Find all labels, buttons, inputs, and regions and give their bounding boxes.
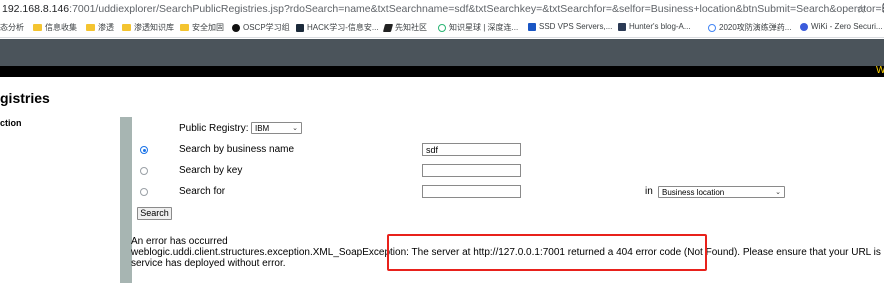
bookmark-label: SSD VPS Servers,...	[539, 22, 613, 31]
bookmark-label: 安全加固	[192, 23, 224, 32]
location-select-value: Business location	[662, 187, 725, 197]
bookmark-item[interactable]: 知识星球 | 深度连...	[438, 22, 518, 33]
bookmark-item[interactable]: 渗透知识库	[122, 22, 174, 33]
search-by-name-radio[interactable]	[140, 146, 148, 154]
folder-icon	[33, 24, 42, 31]
error-footer: service has deployed without error.	[131, 258, 286, 269]
search-for-input[interactable]	[422, 185, 521, 198]
search-for-label: Search for	[179, 186, 226, 197]
bookmark-item[interactable]: 态分析	[0, 22, 24, 33]
error-heading: An error has occurred	[131, 236, 228, 247]
search-name-input[interactable]: sdf	[422, 143, 521, 156]
bookmark-label: WiKi - Zero Securi...	[811, 22, 883, 31]
bookmark-label: Hunter's blog-A...	[629, 22, 691, 31]
search-by-name-label: Search by business name	[179, 144, 295, 155]
bookmark-item[interactable]: 渗透	[86, 22, 114, 33]
url-path: :7001/uddiexplorer/SearchPublicRegistrie…	[69, 3, 884, 15]
bookmarks-bar: 态分析 信息收集 渗透 渗透知识库 安全加固 OSCP学习组 HACK学习-信息…	[0, 19, 884, 38]
registry-select-value: IBM	[255, 123, 270, 133]
url-text[interactable]: 192.168.8.146:7001/uddiexplorer/SearchPu…	[2, 3, 884, 15]
bookmark-item[interactable]: 安全加固	[180, 22, 224, 33]
bookmark-item[interactable]: 2020攻防演练弹药...	[708, 22, 791, 33]
url-host: 192.168.8.146	[2, 3, 70, 15]
bookmark-item[interactable]: WiKi - Zero Securi...	[800, 22, 883, 31]
registry-select[interactable]: IBM ⌄	[251, 122, 302, 134]
bookmark-label: 先知社区	[395, 23, 427, 32]
circle-icon	[708, 23, 716, 32]
error-hint: Please ensure that your URL is correct, …	[742, 247, 884, 258]
bookmark-label: 渗透知识库	[134, 23, 174, 32]
wiki-icon	[800, 22, 808, 31]
bookmark-label: 知识星球 | 深度连...	[449, 23, 519, 32]
folder-icon	[122, 24, 131, 31]
bookmark-label: HACK学习-信息安...	[307, 23, 379, 32]
header-bar-text: W	[876, 65, 884, 76]
search-for-radio[interactable]	[140, 188, 148, 196]
bookmark-item[interactable]: 信息收集	[33, 22, 77, 33]
bookmark-item[interactable]: SSD VPS Servers,...	[528, 22, 612, 31]
bookmark-label: 态分析	[0, 23, 24, 32]
highlight-box	[387, 234, 707, 271]
bookmark-item[interactable]: 先知社区	[382, 22, 427, 33]
folder-icon	[180, 24, 189, 31]
search-by-key-radio[interactable]	[140, 167, 148, 175]
bookmark-label: 信息收集	[45, 23, 77, 32]
ssd-icon	[528, 22, 536, 31]
menu-icon[interactable]: ⋮	[878, 1, 884, 15]
folder-icon	[86, 24, 95, 31]
page-header	[0, 39, 884, 66]
hunter-icon	[618, 22, 626, 31]
location-select[interactable]: Business location ⌄	[658, 186, 785, 198]
search-button[interactable]: Search	[137, 207, 172, 220]
side-nav-label: ction	[0, 118, 22, 128]
zsxq-icon	[438, 23, 446, 32]
page-title: gistries	[0, 90, 50, 106]
registry-label: Public Registry:	[179, 123, 249, 134]
header-black-bar: W	[0, 65, 884, 77]
address-bar[interactable]: 192.168.8.146:7001/uddiexplorer/SearchPu…	[0, 0, 884, 19]
search-by-key-label: Search by key	[179, 165, 243, 176]
bookmark-label: 渗透	[98, 23, 114, 32]
github-icon	[232, 23, 240, 32]
bookmark-star-icon[interactable]: ☆	[856, 2, 867, 16]
bookmark-label: OSCP学习组	[243, 23, 290, 32]
browser-window: 192.168.8.146:7001/uddiexplorer/SearchPu…	[0, 0, 884, 283]
bookmark-item[interactable]: HACK学习-信息安...	[296, 22, 379, 33]
chevron-down-icon: ⌄	[292, 125, 298, 132]
bookmark-item[interactable]: OSCP学习组	[232, 22, 290, 33]
search-key-input[interactable]	[422, 164, 521, 177]
chevron-down-icon: ⌄	[775, 189, 781, 196]
xianzhi-icon	[382, 23, 394, 32]
hack-icon	[296, 23, 304, 32]
in-label: in	[645, 186, 653, 197]
error-exception: weblogic.uddi.client.structures.exceptio…	[131, 247, 407, 258]
bookmark-label: 2020攻防演练弹药...	[719, 23, 792, 32]
bookmark-item[interactable]: Hunter's blog-A...	[618, 22, 691, 31]
